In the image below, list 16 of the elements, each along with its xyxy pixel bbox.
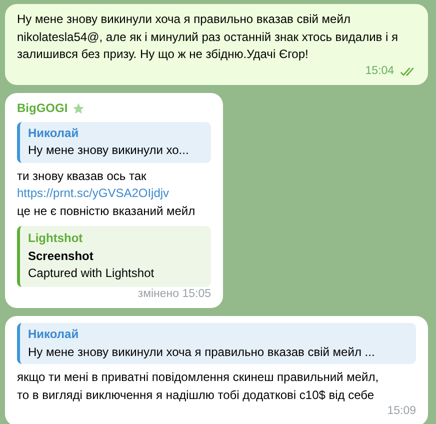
reply-text: Ну мене знову викинули хо... — [28, 142, 190, 159]
message-time: 15:04 — [365, 64, 394, 78]
sender-name: BigGOGI — [17, 100, 68, 117]
message-time: змінено 15:05 — [138, 286, 211, 302]
message-text: якщо ти мені в приватні повідомлення скинеш правильний мейл, то в вигляді виключення я надішлю тобі додаткові с10$ від себе — [17, 369, 380, 404]
preview-description: Captured with Lightshot — [28, 265, 156, 282]
link[interactable]: https://prnt.sc/yGVSA2OIjdjv — [17, 185, 211, 202]
reply-author: Николай — [28, 326, 80, 343]
message-text: Ну мене знову викинули хоча я правильно вказав свій мейл nikolatesla54@, але як і минулий раз останній знак хтось видалив і я залишився без призу. Ну що ж не збідню.Удачі Єгор! — [17, 11, 399, 63]
message-text: ти знову квазав ось так — [17, 168, 148, 184]
reply-text: Ну мене знову викинули хоча я правильно вказав свій мейл ... — [28, 344, 376, 360]
message-text: це не є повністю вказаний мейл — [17, 202, 196, 220]
reply-author: Николай — [28, 124, 80, 142]
message-time: 15:09 — [387, 404, 416, 419]
preview-site: Lightshot — [28, 230, 84, 247]
preview-title: Screenshot — [28, 248, 94, 264]
